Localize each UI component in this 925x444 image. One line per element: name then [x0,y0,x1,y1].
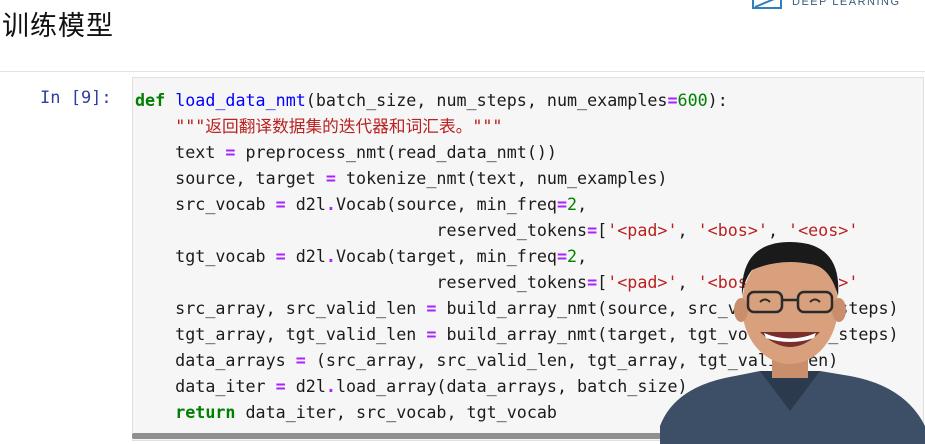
code-token: src_vocab [135,194,276,214]
divider [0,71,925,72]
code-token: . [325,194,336,214]
code-token: 2 [567,194,578,214]
code-line[interactable]: text = preprocess_nmt(read_data_nmt()) [135,139,920,165]
code-token: = [556,194,568,214]
page-title: 训练模型 [2,11,114,42]
code-token: data_iter, src_vocab, tgt_vocab [235,402,557,422]
code-token: = [587,272,598,292]
code-token: . [325,376,336,396]
code-token: (batch_size, num_steps, num_examples [305,90,668,110]
code-token: tgt_vocab [135,246,276,266]
code-token: tokenize_nmt(text, num_examples) [335,168,668,188]
code-token: = [667,90,678,110]
code-token: , [577,246,588,266]
code-token: load_data_nmt [175,90,306,110]
code-token: = [275,194,286,214]
logo-icon [752,0,782,9]
code-token: . [325,246,336,266]
code-token: [ [597,272,608,292]
code-token: Vocab(source, min_freq [335,194,557,214]
code-token: = [275,246,286,266]
code-token: Vocab(target, min_freq [335,246,557,266]
logo-text: DEEP LEARNING [792,0,901,8]
code-line[interactable]: def load_data_nmt(batch_size, num_steps,… [135,87,920,113]
code-token: = [426,324,437,344]
code-token: d2l [285,194,326,214]
code-token: load_array(data_arrays, batch_size) [335,376,688,396]
code-token: 600 [677,90,708,110]
code-token: ): [707,90,728,110]
code-token: tgt_array, tgt_valid_len [135,324,427,344]
code-token: = [556,246,568,266]
code-token: = [295,350,306,370]
code-line[interactable]: """返回翻译数据集的迭代器和词汇表。""" [135,113,920,139]
code-line[interactable]: src_vocab = d2l.Vocab(source, min_freq=2… [135,191,920,217]
code-token: text [135,142,226,162]
code-token: = [275,376,286,396]
presenter-video-overlay [660,242,925,444]
code-token: [ [597,220,608,240]
code-token: src_array, src_valid_len [135,298,427,318]
code-token: = [587,220,598,240]
code-token: = [426,298,437,318]
code-token: def [135,90,166,110]
code-token: preprocess_nmt(read_data_nmt()) [235,142,557,162]
deep-learning-logo: DEEP LEARNING [752,0,901,10]
code-token: return [175,402,236,422]
code-token: = [225,142,236,162]
code-token: data_arrays [135,350,296,370]
code-token: 2 [567,246,578,266]
code-token: source, target [135,168,326,188]
code-token: """返回翻译数据集的迭代器和词汇表。""" [175,116,503,136]
code-token: d2l [285,376,326,396]
code-token: reserved_tokens [135,272,588,292]
code-token: data_iter [135,376,276,396]
code-token: , [577,194,588,214]
code-token: reserved_tokens [135,220,588,240]
cell-prompt: In [9]: [40,88,112,108]
code-token: = [325,168,336,188]
code-line[interactable]: source, target = tokenize_nmt(text, num_… [135,165,920,191]
code-token: d2l [285,246,326,266]
